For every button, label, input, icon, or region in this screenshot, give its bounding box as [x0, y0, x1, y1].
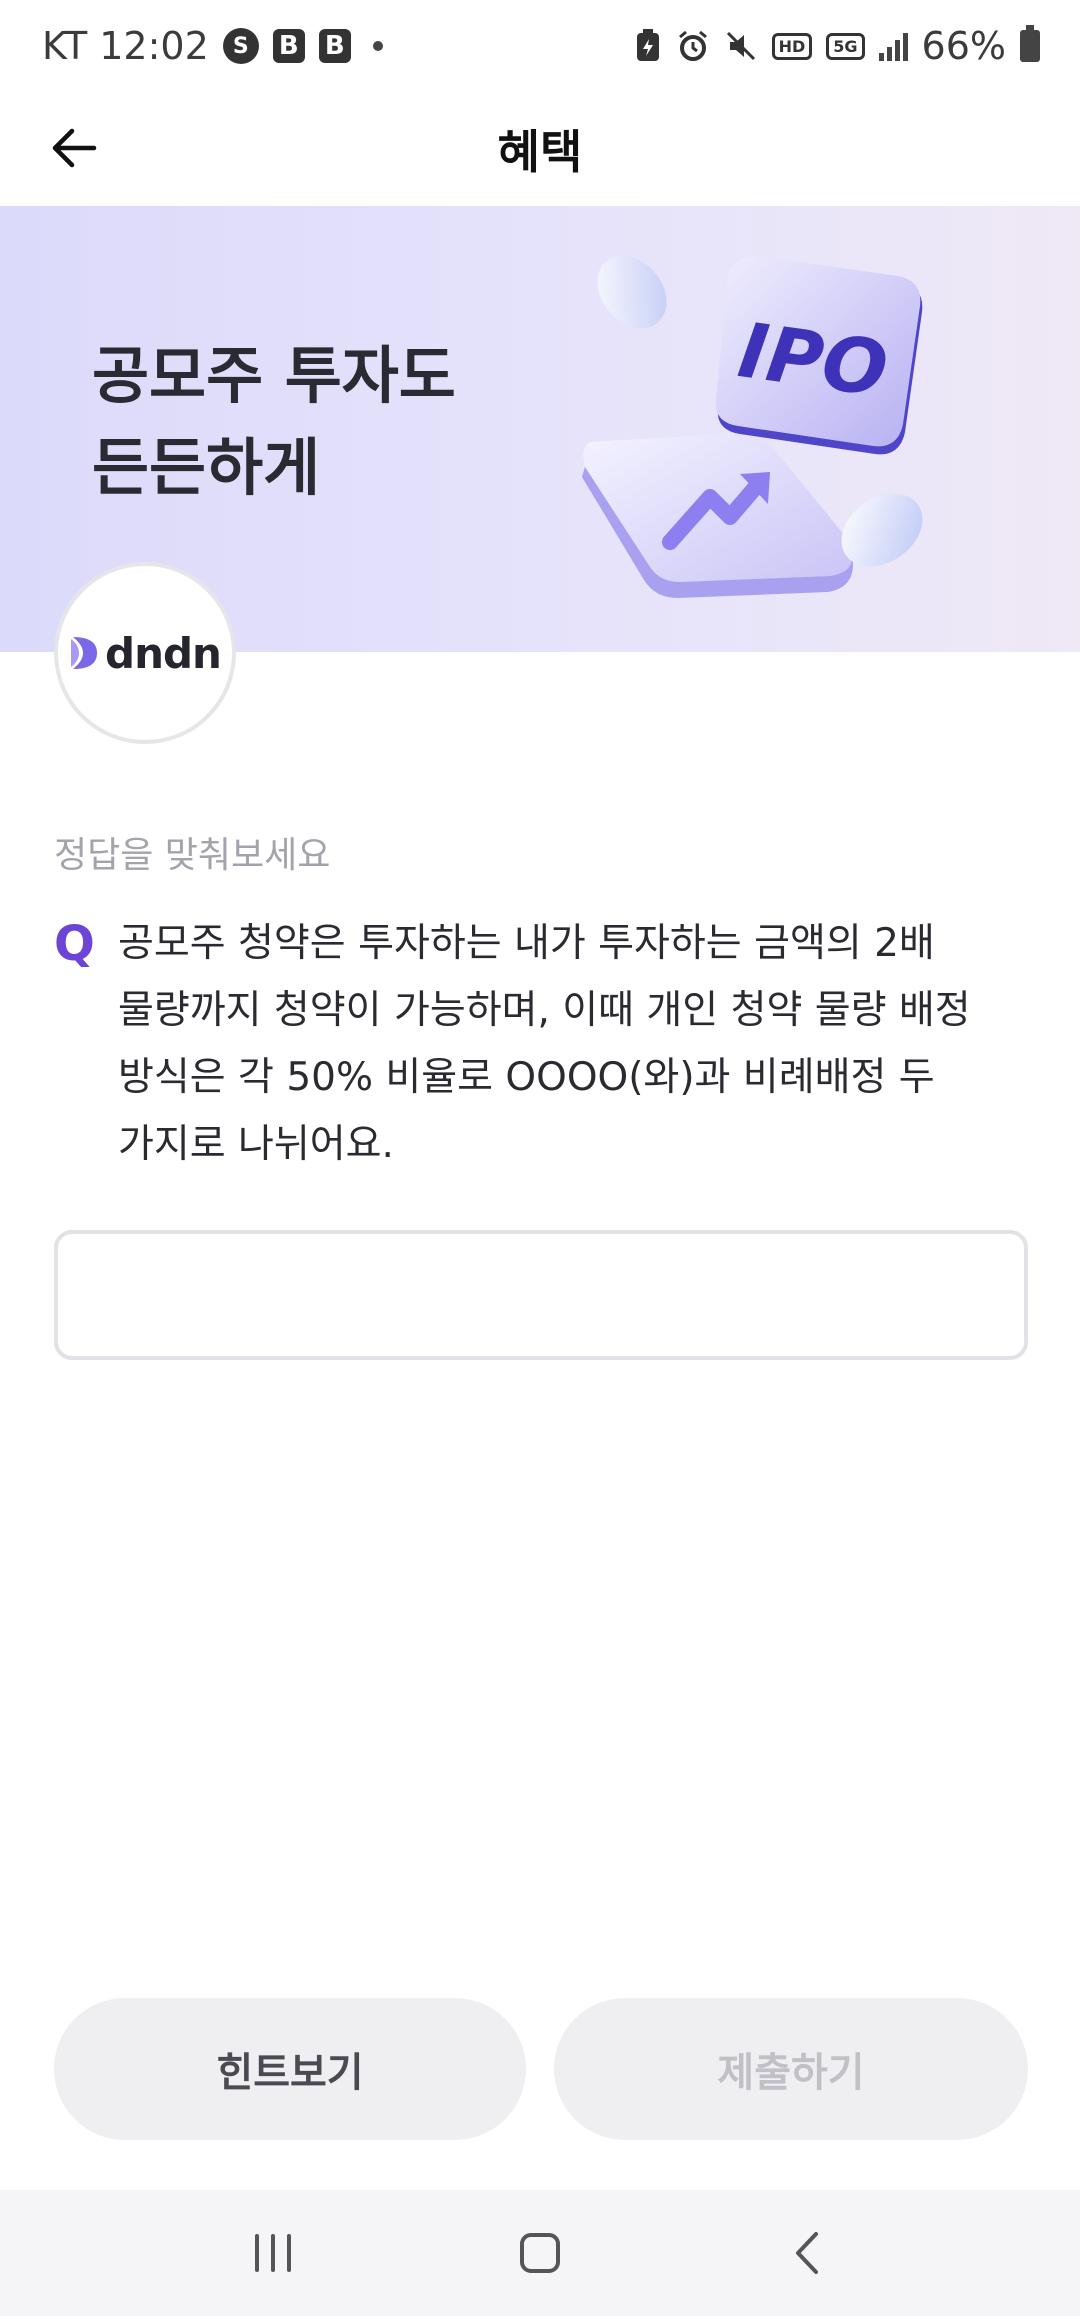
quiz-question: Q 공모주 청약은 투자하는 내가 투자하는 금액의 2배 물량까지 청약이 가… — [54, 910, 1034, 1178]
recent-apps-icon — [255, 2234, 292, 2272]
page-title: 혜택 — [497, 125, 583, 179]
dot-icon — [372, 41, 383, 51]
banner-title: 공모주 투자도 든든하게 — [92, 330, 456, 514]
back-nav-button[interactable] — [757, 2213, 857, 2293]
back-button[interactable] — [44, 118, 104, 178]
recent-apps-button[interactable] — [223, 2213, 323, 2293]
banner-title-line1: 공모주 투자도 — [92, 339, 456, 412]
system-nav-bar — [0, 2190, 1080, 2316]
home-icon — [519, 2233, 560, 2273]
status-right: HD 5G 66% — [634, 24, 1040, 68]
q-mark: Q — [54, 916, 95, 972]
banner-title-line2: 든든하게 — [92, 431, 321, 504]
battery-icon — [1020, 25, 1040, 62]
battery-percent: 66% — [921, 24, 1006, 68]
hint-button[interactable]: 힌트보기 — [54, 1998, 526, 2140]
s-circle-icon: S — [222, 28, 259, 64]
5g-icon: 5G — [826, 32, 865, 60]
logo-text: dndn — [105, 628, 222, 678]
carrier-time: KT 12:02 — [42, 24, 209, 68]
hd-icon: HD — [771, 32, 813, 60]
submit-button[interactable]: 제출하기 — [554, 1998, 1028, 2140]
b-app-icon: B — [318, 29, 351, 63]
dndn-logo-icon — [71, 637, 98, 669]
status-left: KT 12:02 S B B — [42, 24, 383, 68]
signal-icon — [878, 31, 908, 61]
ipo-illustration: IPO — [582, 255, 923, 598]
quiz-prompt: 정답을 맞춰보세요 — [54, 835, 331, 876]
mute-icon — [724, 29, 758, 63]
battery-saver-icon — [634, 29, 662, 63]
brand-logo: dndn — [54, 562, 236, 744]
answer-input[interactable] — [54, 1230, 1028, 1360]
app-header: 혜택 — [0, 92, 1080, 206]
arrow-left-icon — [52, 128, 97, 168]
question-text: 공모주 청약은 투자하는 내가 투자하는 금액의 2배 물량까지 청약이 가능하… — [118, 921, 971, 1167]
alarm-icon — [676, 29, 710, 63]
home-button[interactable] — [490, 2213, 590, 2293]
back-nav-icon — [795, 2232, 818, 2274]
b-app-icon: B — [272, 29, 305, 63]
status-bar: KT 12:02 S B B HD 5G 66% — [0, 0, 1080, 92]
